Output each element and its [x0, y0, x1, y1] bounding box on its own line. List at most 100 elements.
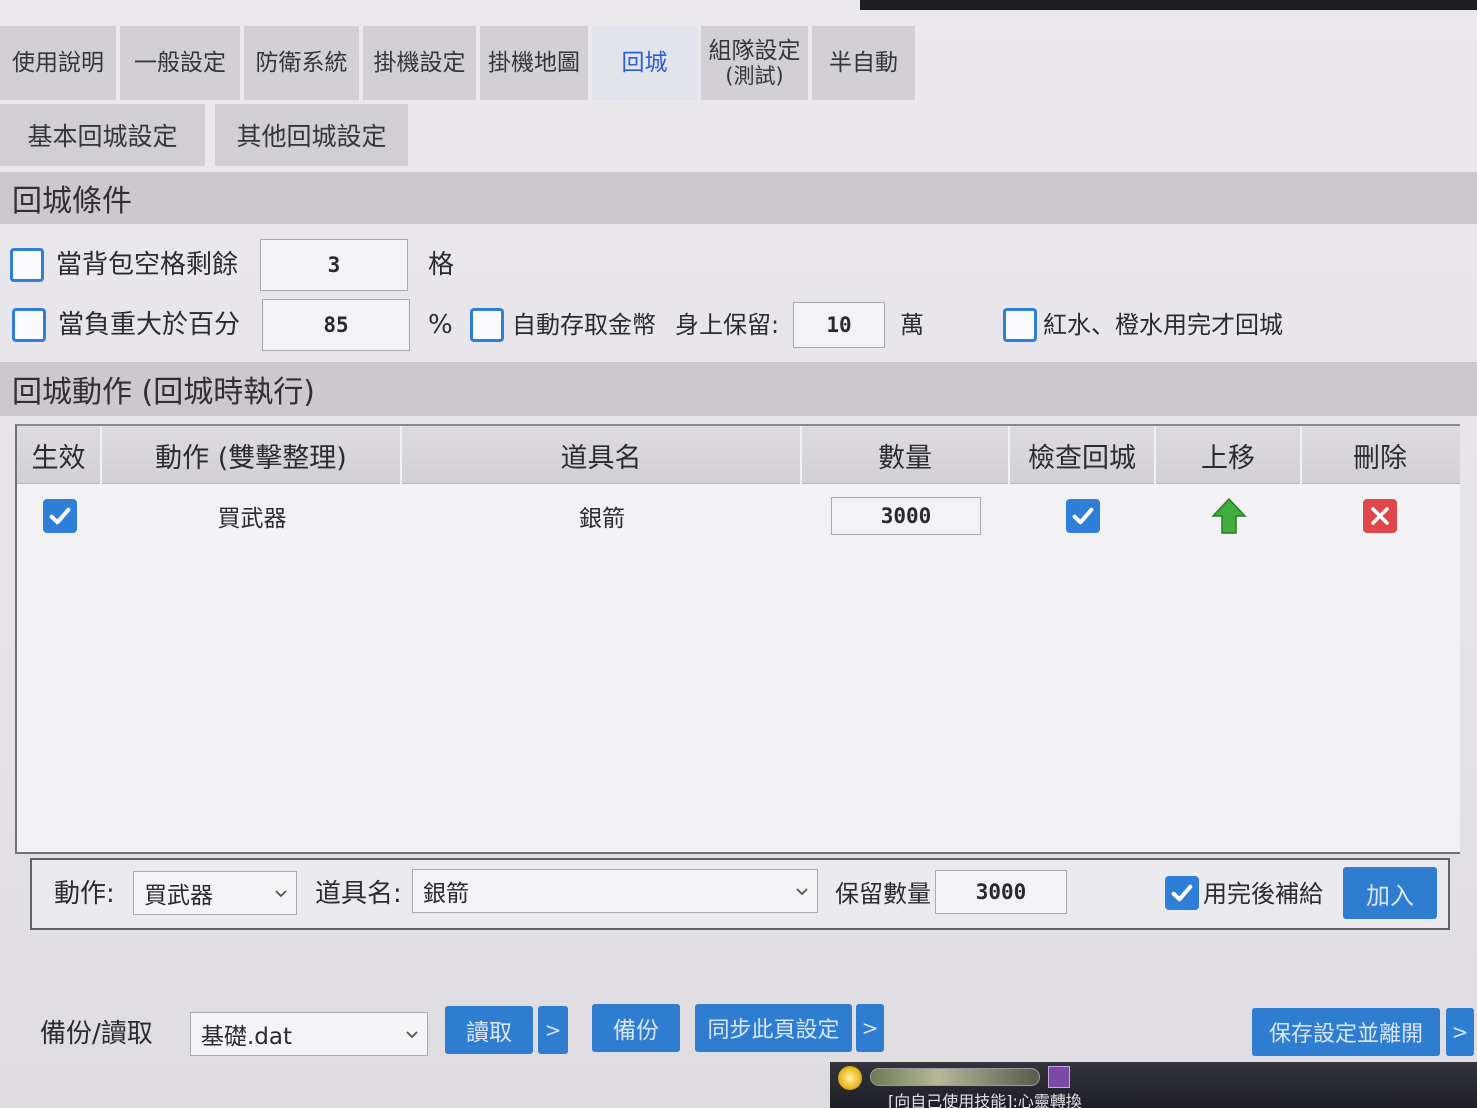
weight-label: 當負重大於百分: [58, 310, 241, 340]
section-title: 回城條件: [12, 184, 132, 219]
auto-gold-checkbox[interactable]: [470, 308, 504, 342]
cell-move-up: [1156, 484, 1302, 548]
item-select[interactable]: 銀箭: [412, 869, 818, 913]
section-header-actions: 回城動作 (回城時執行): [0, 362, 1477, 416]
row-enabled-checkbox[interactable]: [42, 499, 77, 533]
save-more-button[interactable]: >: [1446, 1008, 1474, 1056]
bag-space-label: 當背包空格剩餘: [56, 250, 239, 280]
cell-delete: [1302, 484, 1458, 548]
sub-tab-bar: 基本回城設定 其他回城設定: [0, 104, 418, 166]
tab-label: 半自動: [829, 49, 898, 76]
tab-label: 掛機設定: [373, 49, 466, 76]
column-header-delete[interactable]: 刪除: [1302, 426, 1458, 484]
sun-icon: [838, 1066, 862, 1090]
cell-item[interactable]: 銀箭: [402, 484, 802, 548]
load-more-button[interactable]: >: [538, 1006, 568, 1054]
form-item-label: 道具名:: [315, 879, 402, 909]
add-action-form: 動作: 買武器 道具名: 銀箭 保留數量 用完後補給 加入: [30, 858, 1450, 930]
column-header-move-up[interactable]: 上移: [1156, 426, 1302, 484]
config-file-value: 基礎.dat: [201, 1024, 293, 1050]
cell-qty: [802, 484, 1010, 548]
weight-checkbox[interactable]: [12, 308, 46, 342]
potions-label: 紅水、橙水用完才回城: [1043, 311, 1283, 339]
table-header: 生效 動作 (雙擊整理) 道具名 數量 檢查回城 上移 刪除: [17, 426, 1460, 484]
tab-label: 掛機地圖: [488, 49, 580, 76]
cell-check-return: [1010, 484, 1156, 548]
tab-label: 使用說明: [12, 49, 104, 76]
potions-checkbox[interactable]: [1003, 308, 1037, 342]
buff-icon: [1048, 1066, 1070, 1088]
check-icon: [49, 507, 70, 525]
keep-qty-input[interactable]: [935, 870, 1067, 914]
bag-space-checkbox[interactable]: [10, 248, 44, 282]
subtab-basic-return[interactable]: 基本回城設定: [0, 104, 205, 166]
keep-gold-unit: 萬: [900, 311, 924, 339]
chevron-down-icon: [275, 890, 287, 898]
tab-label: 一般設定: [134, 49, 226, 76]
check-icon: [1171, 884, 1193, 902]
form-action-label: 動作:: [54, 879, 115, 909]
backup-load-label: 備份/讀取: [40, 1019, 153, 1049]
cell-enabled: [17, 484, 102, 548]
keep-gold-input[interactable]: [793, 302, 885, 348]
column-header-qty[interactable]: 數量: [802, 426, 1010, 484]
tab-label: 回城: [621, 49, 668, 76]
column-header-action[interactable]: 動作 (雙擊整理): [102, 426, 402, 484]
bag-space-row: 當背包空格剩餘 格: [0, 236, 1477, 294]
backup-button[interactable]: 備份: [592, 1004, 680, 1052]
load-button[interactable]: 讀取: [445, 1006, 533, 1054]
form-keep-label: 保留數量: [835, 880, 931, 908]
subtab-other-return[interactable]: 其他回城設定: [215, 104, 408, 166]
chevron-down-icon: [796, 888, 808, 896]
table-row[interactable]: 買武器 銀箭: [17, 484, 1460, 548]
refill-label: 用完後補給: [1203, 880, 1323, 908]
tab-idle-map[interactable]: 掛機地圖: [480, 26, 588, 100]
subtab-label: 基本回城設定: [27, 122, 178, 151]
tab-sublabel: (測試): [725, 64, 784, 89]
action-select-value: 買武器: [144, 883, 213, 909]
sync-page-button[interactable]: 同步此頁設定: [695, 1004, 852, 1052]
tab-general-settings[interactable]: 一般設定: [120, 26, 240, 100]
tab-idle-settings[interactable]: 掛機設定: [363, 26, 476, 100]
bag-space-unit: 格: [428, 250, 455, 280]
subtab-label: 其他回城設定: [236, 122, 387, 151]
column-header-enabled[interactable]: 生效: [17, 426, 102, 484]
action-select[interactable]: 買武器: [133, 871, 297, 915]
cell-action[interactable]: 買武器: [102, 484, 402, 548]
arrow-up-icon[interactable]: [1209, 496, 1249, 536]
section-header-conditions: 回城條件: [0, 172, 1477, 224]
row-qty-input[interactable]: [831, 497, 981, 535]
tab-semi-auto[interactable]: 半自動: [812, 26, 915, 100]
auto-gold-label: 自動存取金幣: [512, 311, 656, 339]
row-check-return-checkbox[interactable]: [1066, 499, 1100, 533]
weight-row: 當負重大於百分 % 自動存取金幣 身上保留: 萬 紅水、橙水用完才回城: [0, 296, 1477, 354]
config-file-select[interactable]: 基礎.dat: [190, 1012, 428, 1056]
tab-label: 組隊設定: [708, 37, 801, 64]
bag-space-input[interactable]: [260, 239, 408, 291]
main-tab-bar: 使用說明 一般設定 防衛系統 掛機設定 掛機地圖 回城 組隊設定 (測試) 半自動: [0, 26, 919, 100]
game-window-fragment: [向自己使用技能]:心靈轉換: [830, 1062, 1477, 1108]
weight-input[interactable]: [262, 299, 410, 351]
status-bar: [870, 1068, 1040, 1086]
tab-party-settings[interactable]: 組隊設定 (測試): [701, 26, 808, 100]
actions-table: 生效 動作 (雙擊整理) 道具名 數量 檢查回城 上移 刪除 買武器 銀箭: [15, 424, 1460, 854]
column-header-item[interactable]: 道具名: [402, 426, 802, 484]
tab-return-town[interactable]: 回城: [592, 26, 697, 100]
column-header-check-return[interactable]: 檢查回城: [1010, 426, 1156, 484]
keep-gold-label: 身上保留:: [675, 311, 780, 339]
chat-line: [向自己使用技能]:心靈轉換: [888, 1092, 1082, 1108]
tab-usage-guide[interactable]: 使用說明: [0, 26, 116, 100]
chevron-down-icon: [406, 1031, 418, 1039]
weight-unit: %: [428, 310, 453, 340]
item-select-value: 銀箭: [423, 881, 469, 907]
monitor-bezel: [860, 0, 1477, 10]
tab-defense-system[interactable]: 防衛系統: [244, 26, 359, 100]
add-button[interactable]: 加入: [1343, 867, 1437, 919]
refill-checkbox[interactable]: [1165, 876, 1199, 910]
check-icon: [1072, 507, 1094, 525]
close-icon[interactable]: [1362, 498, 1398, 534]
save-and-exit-button[interactable]: 保存設定並離開: [1252, 1008, 1440, 1056]
sync-more-button[interactable]: >: [856, 1004, 884, 1052]
tab-label: 防衛系統: [255, 49, 348, 76]
section-title: 回城動作 (回城時執行): [12, 375, 315, 410]
